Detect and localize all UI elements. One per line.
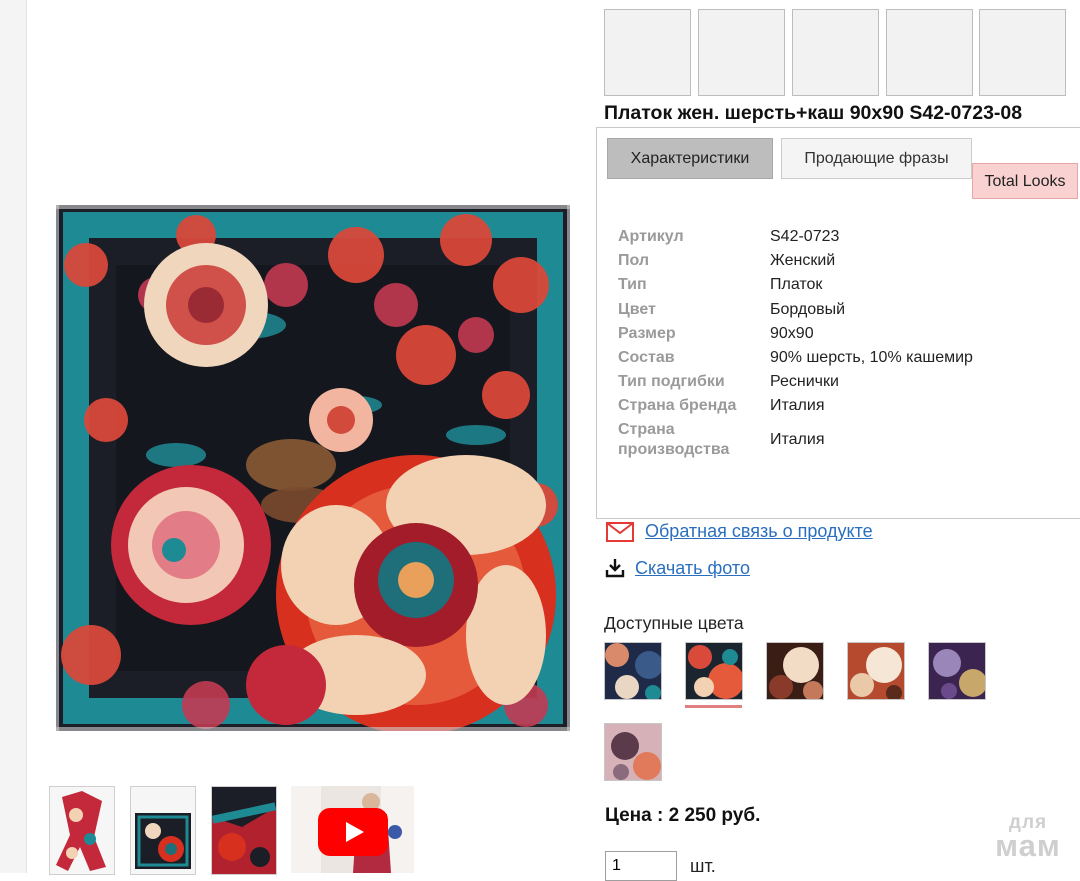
- play-icon[interactable]: [318, 808, 388, 856]
- product-price: Цена : 2 250 руб.: [605, 805, 761, 826]
- spec-label: Пол: [618, 252, 650, 269]
- spec-value: 90х90: [770, 325, 814, 342]
- tab-total-looks[interactable]: Total Looks: [972, 163, 1078, 199]
- thumbnail-scarf-flat[interactable]: [130, 786, 196, 875]
- top-thumbnail-4[interactable]: [886, 9, 973, 96]
- color-swatch-navy[interactable]: [604, 642, 662, 700]
- spec-value: Платок: [770, 276, 823, 293]
- spec-value: Италия: [770, 397, 825, 414]
- product-title: Платок жен. шерсть+каш 90х90 S42-0723-08: [604, 102, 1023, 124]
- spec-label: Страна производства: [618, 421, 730, 458]
- available-colors-title: Доступные цвета: [604, 613, 744, 633]
- spec-label: Состав: [618, 349, 675, 366]
- top-thumbnail-1[interactable]: [604, 9, 691, 96]
- spec-value: Италия: [770, 431, 825, 448]
- product-info-panel: Характеристики Продающие фразы Total Loo…: [596, 127, 1080, 519]
- mail-icon[interactable]: [606, 522, 634, 547]
- spec-value: Реснички: [770, 373, 839, 390]
- spec-value: 90% шерсть, 10% кашемир: [770, 349, 973, 366]
- selected-color-indicator: [685, 705, 742, 708]
- tab-selling-phrases[interactable]: Продающие фразы: [781, 138, 972, 179]
- download-photo-link[interactable]: Скачать фото: [635, 558, 750, 579]
- thumbnail-scarf-detail[interactable]: [211, 786, 277, 875]
- thumbnail-folded-scarf[interactable]: [49, 786, 115, 875]
- spec-label: Артикул: [618, 228, 684, 245]
- top-thumbnail-3[interactable]: [792, 9, 879, 96]
- color-swatch-burgundy[interactable]: [685, 642, 743, 700]
- download-icon[interactable]: [605, 558, 625, 583]
- feedback-link[interactable]: Обратная связь о продукте: [645, 521, 873, 542]
- top-thumbnail-2[interactable]: [698, 9, 785, 96]
- watermark-logo: для мам: [983, 813, 1073, 861]
- spec-value: Бордовый: [770, 301, 846, 318]
- quantity-unit: шт.: [690, 856, 716, 876]
- spec-label: Тип: [618, 276, 647, 293]
- spec-label: Тип подгибки: [618, 373, 725, 390]
- thumbnail-video[interactable]: [291, 786, 414, 873]
- page-left-edge: [0, 0, 27, 873]
- color-swatch-purple[interactable]: [928, 642, 986, 700]
- spec-value: S42-0723: [770, 228, 840, 245]
- spec-label: Размер: [618, 325, 676, 342]
- color-swatch-brown[interactable]: [766, 642, 824, 700]
- spec-label: Цвет: [618, 301, 656, 318]
- color-swatch-pink-grey[interactable]: [604, 723, 662, 781]
- color-swatch-terracotta[interactable]: [847, 642, 905, 700]
- spec-label: Страна бренда: [618, 397, 737, 414]
- main-product-image[interactable]: [56, 205, 570, 731]
- top-thumbnail-5[interactable]: [979, 9, 1066, 96]
- tab-characteristics[interactable]: Характеристики: [607, 138, 773, 179]
- watermark-big-text: мам: [995, 828, 1061, 863]
- quantity-input[interactable]: [605, 851, 677, 881]
- spec-value: Женский: [770, 252, 836, 269]
